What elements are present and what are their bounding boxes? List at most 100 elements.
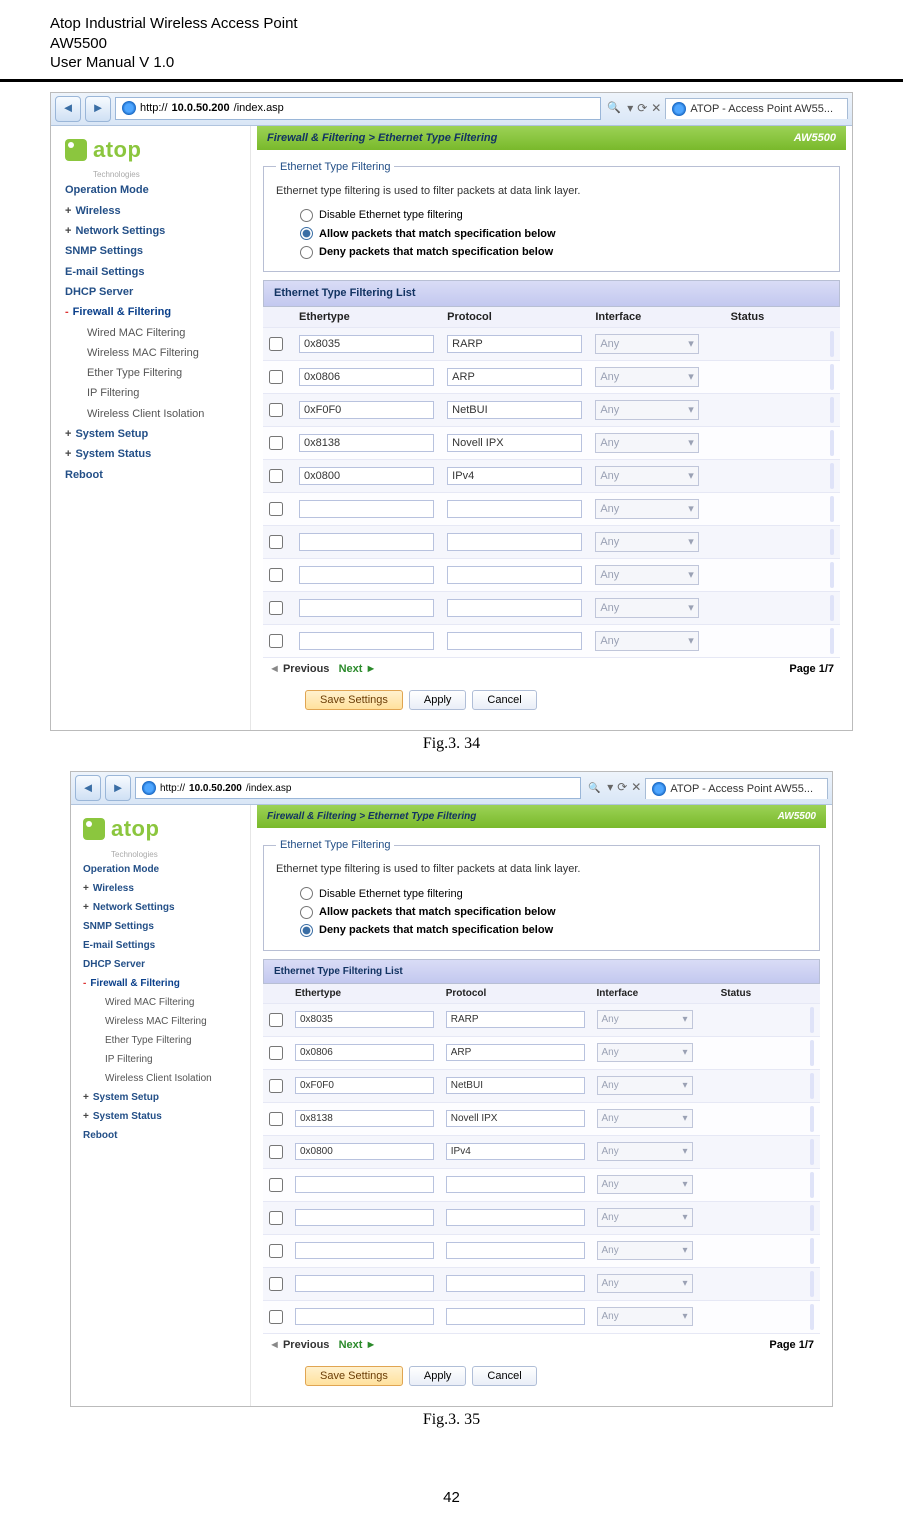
sidebar-item-wireless[interactable]: +Wireless (65, 201, 242, 221)
protocol-input[interactable] (447, 434, 582, 452)
ethertype-input[interactable] (295, 1077, 434, 1094)
protocol-input[interactable] (446, 1110, 585, 1127)
interface-select[interactable]: Any▾ (595, 466, 698, 486)
row-checkbox[interactable] (269, 1145, 283, 1159)
dropdown-icon[interactable]: ▾ (627, 101, 633, 117)
sidebar-item-email-settings[interactable]: E-mail Settings (65, 262, 242, 282)
cancel-button[interactable]: Cancel (472, 690, 536, 710)
browser-tab[interactable]: ATOP - Access Point AW55... (645, 778, 828, 799)
protocol-input[interactable] (446, 1011, 585, 1028)
pager-previous[interactable]: Previous (283, 1339, 329, 1351)
sidebar-item-operation-mode[interactable]: Operation Mode (65, 180, 242, 200)
ethertype-input[interactable] (299, 632, 434, 650)
interface-select[interactable]: Any▾ (597, 1142, 693, 1161)
interface-select[interactable]: Any▾ (595, 631, 698, 651)
ethertype-input[interactable] (295, 1209, 434, 1226)
radio-deny-input[interactable] (300, 924, 313, 937)
row-checkbox[interactable] (269, 337, 283, 351)
interface-select[interactable]: Any▾ (595, 334, 698, 354)
radio-disable[interactable]: Disable Ethernet type filtering (276, 206, 827, 224)
ethertype-input[interactable] (299, 467, 434, 485)
pager-next[interactable]: Next (339, 1339, 363, 1351)
search-icon[interactable]: 🔍 (585, 782, 603, 795)
sidebar-item-dhcp-server[interactable]: DHCP Server (65, 282, 242, 302)
sidebar-item-wireless[interactable]: +Wireless (83, 879, 242, 898)
nav-back-button[interactable]: ◄ (55, 96, 81, 122)
ethertype-input[interactable] (295, 1176, 434, 1193)
protocol-input[interactable] (446, 1275, 585, 1292)
interface-select[interactable]: Any▾ (595, 400, 698, 420)
cancel-button[interactable]: Cancel (472, 1366, 536, 1386)
interface-select[interactable]: Any▾ (597, 1076, 693, 1095)
radio-allow[interactable]: Allow packets that match specification b… (276, 225, 827, 243)
sidebar-item-reboot[interactable]: Reboot (83, 1126, 242, 1145)
sidebar-item-system-status[interactable]: +System Status (65, 444, 242, 464)
row-checkbox[interactable] (269, 502, 283, 516)
pager-next[interactable]: Next (339, 663, 363, 675)
sidebar-item-wireless-client-isolation[interactable]: Wireless Client Isolation (83, 1069, 242, 1088)
nav-back-button[interactable]: ◄ (75, 775, 101, 801)
sidebar-item-firewall-filtering[interactable]: -Firewall & Filtering (65, 302, 242, 322)
protocol-input[interactable] (446, 1077, 585, 1094)
radio-allow-input[interactable] (300, 227, 313, 240)
address-bar[interactable]: http://10.0.50.200/index.asp (135, 777, 581, 799)
protocol-input[interactable] (447, 467, 582, 485)
sidebar-item-ip-filtering[interactable]: IP Filtering (83, 1050, 242, 1069)
protocol-input[interactable] (446, 1143, 585, 1160)
sidebar-item-network-settings[interactable]: +Network Settings (65, 221, 242, 241)
row-checkbox[interactable] (269, 1244, 283, 1258)
row-checkbox[interactable] (269, 436, 283, 450)
row-checkbox[interactable] (269, 1013, 283, 1027)
protocol-input[interactable] (447, 401, 582, 419)
address-bar[interactable]: http://10.0.50.200/index.asp (115, 97, 601, 119)
browser-tab[interactable]: ATOP - Access Point AW55... (665, 98, 848, 119)
radio-deny[interactable]: Deny packets that match specification be… (276, 921, 807, 939)
ethertype-input[interactable] (299, 401, 434, 419)
ethertype-input[interactable] (295, 1110, 434, 1127)
ethertype-input[interactable] (299, 599, 434, 617)
interface-select[interactable]: Any▾ (597, 1208, 693, 1227)
interface-select[interactable]: Any▾ (597, 1043, 693, 1062)
sidebar-item-email-settings[interactable]: E-mail Settings (83, 936, 242, 955)
stop-icon[interactable]: ✕ (631, 780, 641, 796)
save-settings-button[interactable]: Save Settings (305, 1366, 403, 1386)
sidebar-item-snmp-settings[interactable]: SNMP Settings (83, 917, 242, 936)
protocol-input[interactable] (447, 599, 582, 617)
ethertype-input[interactable] (299, 500, 434, 518)
nav-forward-button[interactable]: ► (105, 775, 131, 801)
radio-disable-input[interactable] (300, 209, 313, 222)
save-settings-button[interactable]: Save Settings (305, 690, 403, 710)
ethertype-input[interactable] (295, 1308, 434, 1325)
sidebar-item-ether-type-filtering[interactable]: Ether Type Filtering (65, 363, 242, 383)
row-checkbox[interactable] (269, 1046, 283, 1060)
sidebar-item-wired-mac-filtering[interactable]: Wired MAC Filtering (83, 993, 242, 1012)
interface-select[interactable]: Any▾ (597, 1307, 693, 1326)
row-checkbox[interactable] (269, 634, 283, 648)
sidebar-item-reboot[interactable]: Reboot (65, 465, 242, 485)
sidebar-item-network-settings[interactable]: +Network Settings (83, 898, 242, 917)
interface-select[interactable]: Any▾ (595, 565, 698, 585)
sidebar-item-wireless-client-isolation[interactable]: Wireless Client Isolation (65, 404, 242, 424)
ethertype-input[interactable] (299, 434, 434, 452)
interface-select[interactable]: Any▾ (597, 1274, 693, 1293)
row-checkbox[interactable] (269, 1112, 283, 1126)
stop-icon[interactable]: ✕ (651, 101, 661, 117)
protocol-input[interactable] (447, 533, 582, 551)
sidebar-item-system-setup[interactable]: +System Setup (65, 424, 242, 444)
protocol-input[interactable] (447, 335, 582, 353)
protocol-input[interactable] (447, 566, 582, 584)
radio-allow-input[interactable] (300, 906, 313, 919)
search-icon[interactable]: 🔍 (605, 101, 623, 115)
sidebar-item-operation-mode[interactable]: Operation Mode (83, 860, 242, 879)
sidebar-item-wireless-mac-filtering[interactable]: Wireless MAC Filtering (65, 343, 242, 363)
protocol-input[interactable] (447, 368, 582, 386)
row-checkbox[interactable] (269, 601, 283, 615)
ethertype-input[interactable] (295, 1242, 434, 1259)
row-checkbox[interactable] (269, 1178, 283, 1192)
interface-select[interactable]: Any▾ (595, 433, 698, 453)
protocol-input[interactable] (447, 632, 582, 650)
apply-button[interactable]: Apply (409, 690, 467, 710)
interface-select[interactable]: Any▾ (597, 1175, 693, 1194)
ethertype-input[interactable] (299, 533, 434, 551)
interface-select[interactable]: Any▾ (595, 598, 698, 618)
